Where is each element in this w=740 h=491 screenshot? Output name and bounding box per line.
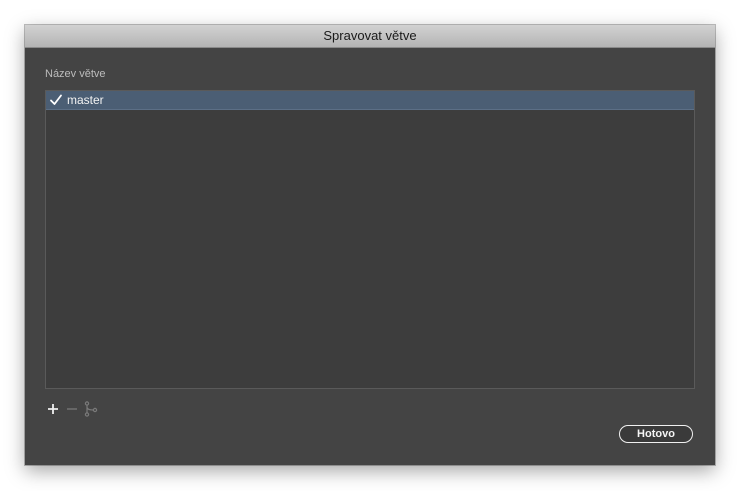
plus-icon xyxy=(48,404,58,414)
dialog-title: Spravovat větve xyxy=(25,25,715,48)
branch-name-label: Název větve xyxy=(45,68,106,80)
add-branch-button[interactable] xyxy=(45,401,61,417)
remove-branch-button[interactable] xyxy=(64,401,80,417)
branch-toolbar xyxy=(45,399,102,419)
minus-icon xyxy=(67,408,77,410)
checkmark-icon xyxy=(50,94,62,105)
branch-name: master xyxy=(67,93,104,107)
manage-branches-dialog: Spravovat větve Název větve master Hotov… xyxy=(25,25,715,465)
branch-list[interactable]: master xyxy=(45,90,695,389)
done-button[interactable]: Hotovo xyxy=(619,425,693,443)
merge-branch-button[interactable] xyxy=(83,401,99,417)
list-item-master[interactable]: master xyxy=(46,91,694,110)
branch-icon xyxy=(84,401,98,417)
